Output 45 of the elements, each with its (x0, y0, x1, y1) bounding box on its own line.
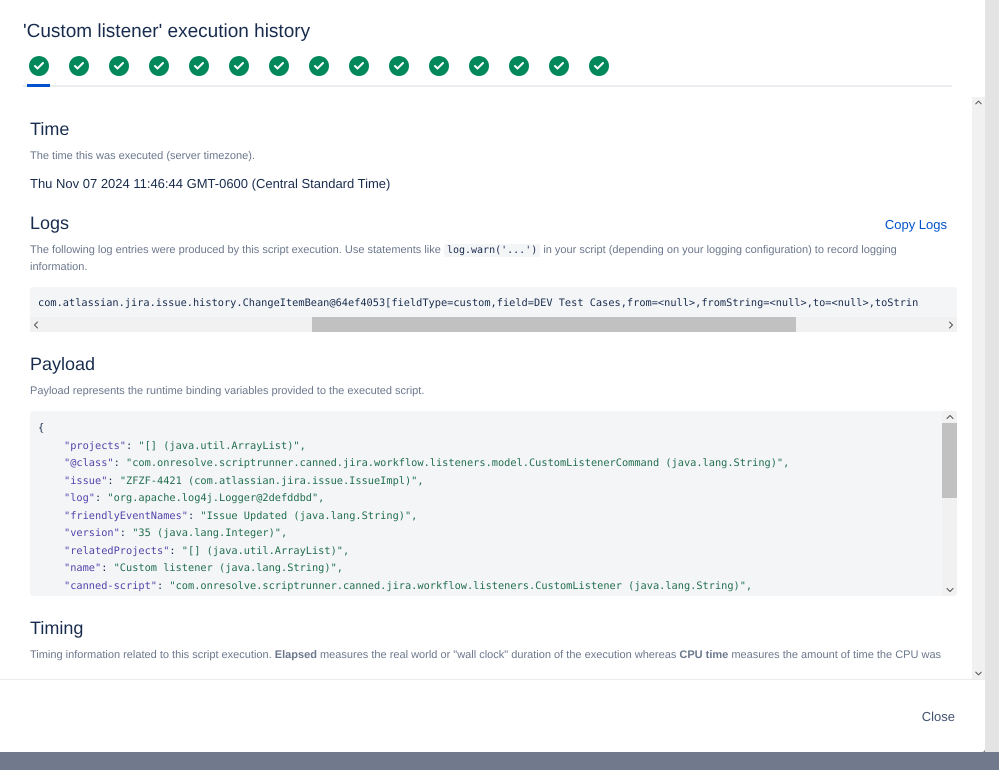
code-line: "@class": "com.onresolve.scriptrunner.canned.jira.workflow.listeners.model.CustomListenerCommand (java.lang.String)", (63, 456, 790, 471)
check-icon (348, 56, 368, 76)
code-line: "relatedProjects": "[] (java.util.ArrayList)", (63, 544, 350, 558)
vertical-scrollbar[interactable] (942, 411, 957, 596)
close-button[interactable]: Close (912, 702, 965, 730)
scrollbar-thumb[interactable] (942, 423, 957, 498)
section-heading: Logs (30, 213, 70, 234)
section-description: Timing information related to this script execution. Elapsed measures the real world or "wall clock" duration of the execution whereas CPU time measures the amount of time the CPU was (30, 648, 942, 663)
check-icon (468, 56, 488, 76)
check-icon (148, 56, 168, 76)
horizontal-scrollbar[interactable] (30, 317, 957, 332)
scrollbar-thumb[interactable] (312, 317, 796, 332)
code-line: "projects": "[] (java.util.ArrayList)", (63, 438, 307, 454)
code-line: "friendlyEventNames": "Issue Updated (java.lang.String)", (63, 508, 418, 524)
execution-time: Thu Nov 07 2024 11:46:44 GMT-0600 (Central Standard Time) (30, 176, 392, 191)
section-heading: Payload (30, 354, 96, 375)
check-icon (548, 56, 568, 76)
section-description: Payload represents the runtime binding variables provided to the executed script. (30, 384, 426, 399)
check-icon (508, 56, 528, 76)
code-line: "canned-script": "com.onresolve.scriptrunner.canned.jira.workflow.listeners.CustomListener (java.lang.String)", (63, 578, 754, 594)
section-description: The following log entries were produced by this script execution. Use statements like log.warn('...') in your script (depending on your logging configuration) to record logging information. (30, 243, 898, 275)
check-icon (268, 56, 288, 76)
copy-logs-link[interactable]: Copy Logs (884, 217, 947, 232)
check-icon (388, 56, 408, 76)
log-entry: com.atlassian.jira.issue.history.ChangeItemBean@64ef4053[fieldType=custom,field=DEV Test Cases,from=<null>,fromString=<null>,to=<null>,toStrin (37, 296, 920, 311)
check-icon (308, 56, 328, 76)
check-icon (588, 56, 608, 76)
check-icon (188, 56, 208, 76)
execution-tab[interactable] (27, 56, 50, 87)
check-icon (228, 56, 248, 76)
code-line: { (38, 421, 46, 436)
code-line: "log": "org.apache.log4j.Logger@2defddbd", (63, 491, 326, 506)
check-icon (428, 56, 448, 76)
code-line: "issue": "ZFZF-4421 (com.atlassian.jira.issue.IssueImpl)", (63, 474, 425, 488)
section-description: The time this was executed (server timezone). (30, 149, 256, 164)
check-icon (68, 56, 88, 76)
vertical-scrollbar[interactable] (972, 97, 985, 679)
page-scrollbar[interactable] (985, 0, 999, 752)
code-line: "name": "Custom listener (java.lang.String)", (63, 561, 344, 576)
check-icon (108, 56, 128, 76)
section-heading: Time (30, 119, 70, 140)
code-line: "version": "35 (java.lang.Integer)", (63, 526, 288, 541)
dialog-title: 'Custom listener' execution history (23, 20, 312, 44)
section-heading: Timing (30, 618, 84, 639)
check-icon (28, 56, 48, 76)
